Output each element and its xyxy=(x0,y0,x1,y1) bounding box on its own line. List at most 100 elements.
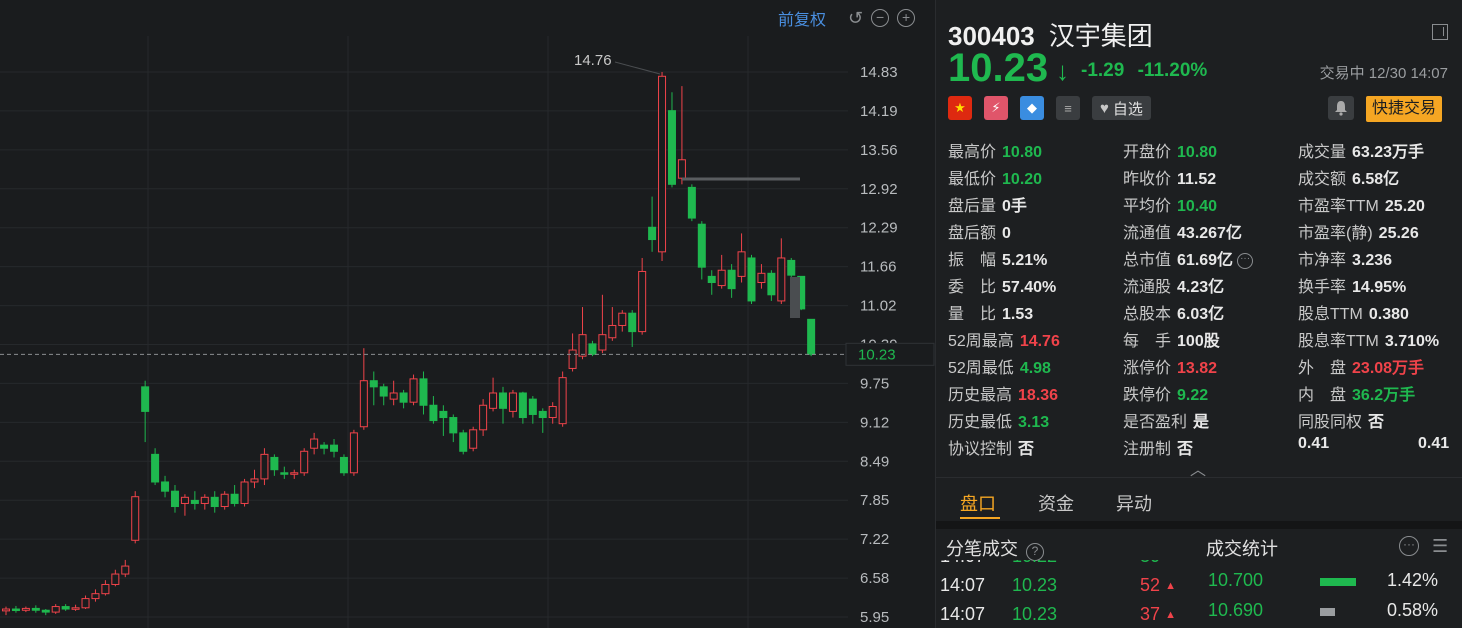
bell-icon[interactable] xyxy=(1328,96,1354,120)
candle-body xyxy=(250,478,259,483)
stat-price: 10.700 xyxy=(1208,570,1264,590)
candle-body xyxy=(71,607,80,610)
candle-body xyxy=(11,608,20,612)
adjust-mode-button[interactable]: 前复权 xyxy=(778,6,826,30)
tick-row: 14:07 10.23 37 ▲ xyxy=(936,604,1196,628)
candle-body xyxy=(747,257,756,302)
stat-label: 流通股 xyxy=(1123,279,1172,296)
more-info-icon[interactable]: ··· xyxy=(1237,252,1254,269)
list-icon[interactable]: ☰ xyxy=(1432,536,1448,557)
down-triangle-icon: ▼ xyxy=(1165,560,1176,563)
section-divider xyxy=(936,477,1462,478)
stat-label: 涨停价 xyxy=(1123,360,1172,377)
stat-label: 委 比 xyxy=(948,279,997,296)
stat-cell: 外 盘 23.08万手 xyxy=(1298,354,1424,378)
tick-price: 10.23 xyxy=(1012,575,1058,595)
zoom-in-icon[interactable]: + xyxy=(897,9,916,27)
stat-label: 成交量 xyxy=(1298,144,1347,161)
candle-body xyxy=(648,226,657,241)
tab-capital[interactable]: 资金 xyxy=(1038,490,1074,516)
layout-toggle-icon[interactable] xyxy=(1432,24,1448,40)
candle-body xyxy=(180,496,189,504)
candlestick-svg[interactable]: 14.8314.1913.5612.9212.2911.6611.0210.39… xyxy=(0,0,935,628)
up-triangle-icon: ▲ xyxy=(1165,609,1176,621)
candle-body xyxy=(91,593,100,600)
candle-body xyxy=(399,392,408,403)
stock-name: 汉宇集团 xyxy=(1048,21,1153,51)
change-value: -1.29 xyxy=(1081,60,1125,81)
candle-body xyxy=(170,490,179,508)
stat-cell: 52周最低 4.98 xyxy=(948,354,1051,378)
stat-cell: 换手率 14.95% xyxy=(1298,273,1406,297)
stats-row: 盘后量 0手 平均价 10.40 市盈率TTM 25.20 xyxy=(948,192,1458,219)
stat-cell: 股息TTM 0.380 xyxy=(1298,300,1409,324)
stat-label: 平均价 xyxy=(1123,198,1172,215)
candle-body xyxy=(220,493,229,508)
candle-body xyxy=(260,453,269,480)
help-icon[interactable]: ? xyxy=(1026,543,1044,561)
tab-movement[interactable]: 异动 xyxy=(1116,490,1152,516)
y-tick-label: 11.66 xyxy=(860,259,896,276)
candle-body xyxy=(320,444,329,449)
tag-icon[interactable]: ◆ xyxy=(1020,96,1044,120)
fire-icon[interactable]: ⚡ xyxy=(984,96,1008,120)
stat-cell: 市净率 3.236 xyxy=(1298,246,1392,270)
candle-body xyxy=(359,380,368,428)
stat-cell: 市盈率(静) 25.26 xyxy=(1298,219,1419,243)
stat-cell: 同股同权否 xyxy=(1298,408,1384,432)
candle-body xyxy=(677,159,686,179)
stat-value: 18.36 xyxy=(1018,387,1059,404)
tick-row: 14:07 10.23 52 ▲ xyxy=(936,575,1196,603)
kline-chart[interactable]: 14.8314.1913.5612.9212.2911.6611.0210.39… xyxy=(0,0,935,628)
undo-icon[interactable]: ↺ xyxy=(848,8,863,29)
stat-label: 开盘价 xyxy=(1123,144,1172,161)
stat-value: 61.69亿 xyxy=(1177,252,1234,269)
candle-body xyxy=(379,386,388,397)
tick-list[interactable]: 14:07 10.22 30 ▼ 14:07 10.23 52 ▲ 14:07 10.23 37 ▲ xyxy=(936,560,1196,628)
stat-label: 股息TTM xyxy=(1298,306,1363,323)
stat-cell: 注册制否 xyxy=(1123,435,1193,459)
y-tick-label: 7.85 xyxy=(860,492,889,509)
stat-cell: 0.41 0.41 xyxy=(1298,435,1449,453)
china-flag-icon[interactable]: ★ xyxy=(948,96,972,120)
candle-body xyxy=(588,343,597,355)
stat-label: 盘后额 xyxy=(948,225,997,242)
quick-trade-button[interactable]: 快捷交易 xyxy=(1366,96,1443,122)
candle-body xyxy=(161,481,170,492)
volume-stats-list[interactable]: 10.700 1.42% 10.690 0.58% xyxy=(1206,560,1456,628)
candle-body xyxy=(151,453,160,483)
stat-value: 10.40 xyxy=(1177,198,1218,215)
stat-cell: 量 比 1.53 xyxy=(948,300,1033,324)
stat-cell: 历史最高 18.36 xyxy=(948,381,1058,405)
heart-icon: ♥ xyxy=(1100,99,1109,117)
candle-body xyxy=(210,496,219,508)
tab-handicap[interactable]: 盘口 xyxy=(960,490,996,516)
candle-body xyxy=(330,444,339,452)
stat-cell: 每 手 100股 xyxy=(1123,327,1220,351)
stat-label: 成交额 xyxy=(1298,171,1347,188)
candle-body xyxy=(598,334,607,351)
stat-label: 市盈率(静) xyxy=(1298,225,1373,242)
stat-value: 23.08万手 xyxy=(1352,360,1425,377)
candle-body xyxy=(141,386,150,412)
candle-body xyxy=(449,417,458,434)
candle-body xyxy=(2,608,10,612)
candle-body xyxy=(697,223,706,268)
candle-body xyxy=(21,607,30,611)
note-icon[interactable]: ≡ xyxy=(1056,96,1080,120)
zoom-out-icon[interactable]: − xyxy=(871,9,890,27)
tick-volume: 52 xyxy=(1139,575,1160,595)
stat-value: 4.98 xyxy=(1019,360,1051,377)
more-options-icon[interactable]: ··· xyxy=(1399,536,1419,556)
stats-row: 振 幅 5.21% 总市值 61.69亿 ··· 市净率 3.236 xyxy=(948,246,1458,273)
candle-body xyxy=(518,392,527,419)
stat-value: 6.03亿 xyxy=(1177,306,1225,323)
stat-label: 换手率 xyxy=(1298,279,1347,296)
stat-cell: 市盈率TTM 25.20 xyxy=(1298,192,1425,216)
stat-value: 11.52 xyxy=(1177,171,1217,188)
stat-cell: 盘后额 0 xyxy=(948,219,1011,243)
stat-label: 每 手 xyxy=(1123,333,1172,350)
y-tick-label: 14.83 xyxy=(860,64,898,81)
stat-value: 0.380 xyxy=(1368,306,1409,323)
add-favorite-button[interactable]: ♥ 自选 xyxy=(1092,96,1151,120)
